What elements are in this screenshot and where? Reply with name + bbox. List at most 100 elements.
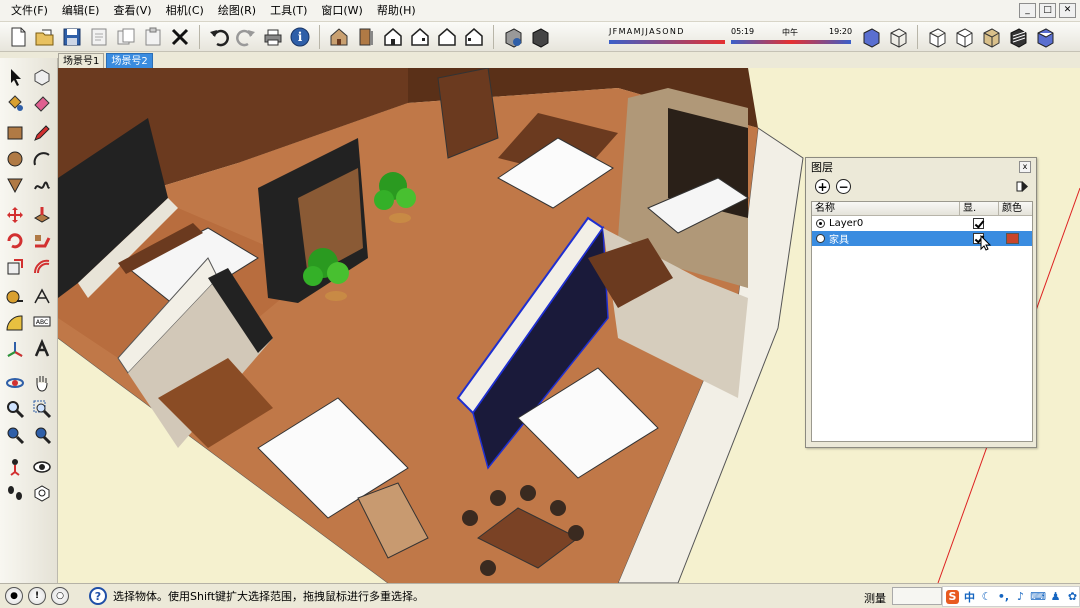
back-view-icon[interactable] [435,25,459,49]
add-layer-icon[interactable]: + [815,179,830,194]
cut-icon[interactable] [87,25,111,49]
paste-icon[interactable] [141,25,165,49]
push-pull-icon[interactable] [30,203,54,227]
section-plane-icon[interactable] [30,481,54,505]
model-info-icon[interactable]: i [288,25,312,49]
door-icon[interactable] [354,25,378,49]
sogou-logo-icon[interactable]: S [946,589,959,604]
new-file-icon[interactable] [6,25,30,49]
previous-view-icon[interactable] [30,423,54,447]
copy-icon[interactable] [114,25,138,49]
remove-layer-icon[interactable]: − [836,179,851,194]
tab-scene-2[interactable]: 场景号2 [106,53,153,68]
measurements-input[interactable] [892,587,942,605]
component-style-icon[interactable] [1033,25,1057,49]
house-view-icon[interactable] [327,25,351,49]
left-view-icon[interactable] [462,25,486,49]
close-button[interactable]: ✕ [1059,3,1076,18]
month-slider[interactable] [609,39,725,44]
credits-icon[interactable]: ! [28,587,46,605]
time-slider[interactable] [731,39,851,44]
open-folder-icon[interactable] [33,25,57,49]
axes-icon[interactable] [3,337,27,361]
punctuation-icon[interactable]: •, [997,590,1010,604]
active-layer-radio[interactable] [816,219,825,228]
shadow-toggle-icon[interactable] [528,25,552,49]
select-arrow-icon[interactable] [3,65,27,89]
layer-row[interactable]: 家具 [812,231,1032,251]
protractor-icon[interactable] [3,311,27,335]
undo-icon[interactable] [207,25,231,49]
details-arrow-icon[interactable] [1016,179,1030,194]
right-view-icon[interactable] [408,25,432,49]
pencil-line-icon[interactable] [30,121,54,145]
zoom-window-icon[interactable] [30,397,54,421]
layer-visible-checkbox[interactable] [973,218,984,229]
active-layer-radio[interactable] [816,234,825,243]
text-tool-icon[interactable]: ABC [30,311,54,335]
column-color[interactable]: 颜色 [999,202,1032,215]
textured-style-icon[interactable] [979,25,1003,49]
zoom-extents-icon[interactable] [3,423,27,447]
orbit-icon[interactable] [3,371,27,395]
delete-icon[interactable] [168,25,192,49]
microphone-icon[interactable]: ♪ [1014,590,1027,604]
shaded-style-icon[interactable] [952,25,976,49]
wireframe-style-icon[interactable] [886,25,910,49]
help-icon[interactable]: ? [89,587,107,605]
look-around-eye-icon[interactable] [30,455,54,479]
scale-icon[interactable] [3,255,27,279]
print-icon[interactable] [261,25,285,49]
walk-footprints-icon[interactable] [3,481,27,505]
menu-window[interactable]: 窗口(W) [314,1,369,21]
restore-button[interactable]: □ [1039,3,1056,18]
front-view-icon[interactable] [381,25,405,49]
column-visible[interactable]: 显. [960,202,999,215]
follow-me-icon[interactable] [30,229,54,253]
menu-camera[interactable]: 相机(C) [159,1,211,21]
menu-draw[interactable]: 绘图(R) [211,1,263,21]
save-icon[interactable] [60,25,84,49]
keyboard-icon[interactable]: ⌨ [1030,590,1046,604]
minimize-button[interactable]: _ [1019,3,1036,18]
hidden-line-style-icon[interactable] [925,25,949,49]
menu-tools[interactable]: 工具(T) [263,1,314,21]
circle-icon[interactable] [3,147,27,171]
position-camera-icon[interactable] [3,455,27,479]
layer-color-swatch[interactable] [1006,233,1019,244]
move-icon[interactable] [3,203,27,227]
shadow-settings-icon[interactable] [501,25,525,49]
zoom-icon[interactable] [3,397,27,421]
3d-text-icon[interactable] [30,337,54,361]
polygon-icon[interactable] [3,173,27,197]
moon-icon[interactable]: ☾ [980,590,993,604]
dimension-icon[interactable] [30,285,54,309]
menu-edit[interactable]: 编辑(E) [55,1,107,21]
arc-icon[interactable] [30,147,54,171]
eraser-icon[interactable] [30,91,54,115]
freehand-icon[interactable] [30,173,54,197]
pan-hand-icon[interactable] [30,371,54,395]
ime-language-label[interactable]: 中 [963,590,976,604]
menu-view[interactable]: 查看(V) [106,1,158,21]
rotate-icon[interactable] [3,229,27,253]
layer-row[interactable]: Layer0 [812,216,1032,231]
geo-location-icon[interactable]: ● [5,587,23,605]
layers-title-bar[interactable]: 图层 x [806,158,1036,176]
rectangle-icon[interactable] [3,121,27,145]
monochrome-style-icon[interactable] [1006,25,1030,49]
paint-bucket-icon[interactable] [3,91,27,115]
column-name[interactable]: 名称 [812,202,960,215]
menu-help[interactable]: 帮助(H) [370,1,423,21]
menu-file[interactable]: 文件(F) [4,1,55,21]
skin-icon[interactable]: ✿ [1066,590,1079,604]
offset-icon[interactable] [30,255,54,279]
tape-measure-icon[interactable] [3,285,27,309]
user-profile-icon[interactable]: ♟ [1049,590,1062,604]
layers-close-button[interactable]: x [1019,161,1031,173]
xray-style-icon[interactable] [859,25,883,49]
component-icon[interactable] [30,65,54,89]
tab-scene-1[interactable]: 场景号1 [58,53,105,68]
redo-icon[interactable] [234,25,258,49]
user-icon[interactable]: ○ [51,587,69,605]
